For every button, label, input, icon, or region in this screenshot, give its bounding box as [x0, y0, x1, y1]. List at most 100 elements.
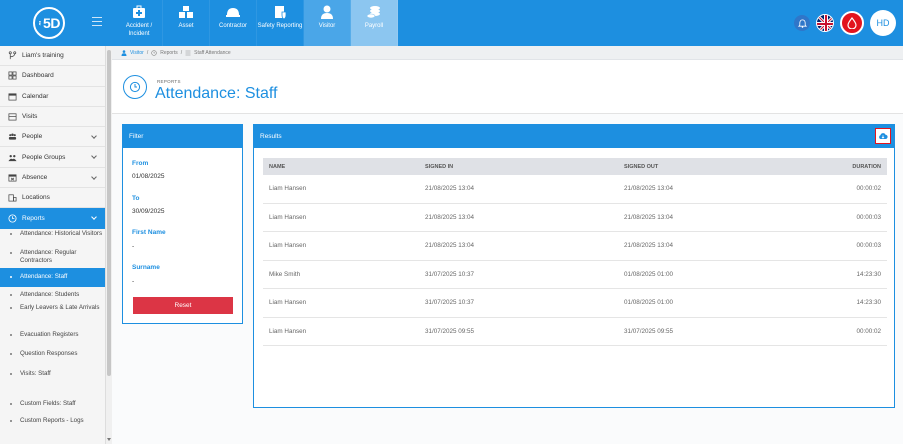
cell-signed-in: 21/08/2025 13:04: [425, 213, 475, 221]
breadcrumb-visitor-link[interactable]: Visitor: [130, 50, 144, 56]
table-row[interactable]: Liam Hansen 31/07/2025 09:55 31/07/2025 …: [263, 318, 887, 346]
notifications-bell-icon[interactable]: [794, 15, 810, 31]
sidebar-item-calendar[interactable]: Calendar: [0, 87, 105, 107]
sidebar-subitem-attendance-staff[interactable]: Attendance: Staff: [0, 267, 105, 287]
bullet-icon: [10, 402, 12, 405]
branch-icon: [8, 51, 17, 60]
sidebar-subitem-attendance-students[interactable]: Attendance: Students: [0, 287, 105, 301]
breadcrumb-separator: /: [180, 49, 183, 56]
sidebar-subitem-evacuation-registers[interactable]: Evacuation Registers: [0, 325, 105, 344]
cell-duration: 00:00:02: [856, 185, 881, 193]
bullet-icon: [10, 372, 12, 375]
sidebar-item-visits[interactable]: Visits: [0, 107, 105, 128]
list-icon: [185, 50, 191, 55]
sidebar-item-absence[interactable]: Absence: [0, 168, 105, 189]
user-avatar[interactable]: HD: [870, 10, 896, 36]
sidebar-subitem-early-leavers[interactable]: Early Leavers & Late Arrivals: [0, 301, 105, 325]
sidebar-subitem-label: Visits: Staff: [20, 369, 51, 377]
sidebar-item-label: People: [22, 133, 43, 141]
sidebar-subitem-custom-reports-logs[interactable]: Custom Reports - Logs: [0, 414, 105, 430]
module-label: Safety Reporting: [257, 23, 303, 29]
cell-signed-in: 31/07/2025 09:55: [425, 327, 475, 335]
table-row[interactable]: Liam Hansen 31/07/2025 10:37 01/08/2025 …: [263, 289, 887, 318]
sidebar-item-locations[interactable]: Locations: [0, 188, 105, 209]
module-label: Visitor: [318, 23, 336, 29]
sidebar-subitem-visits-staff[interactable]: Visits: Staff: [0, 364, 105, 396]
column-header-signed-out[interactable]: SIGNED OUT: [618, 164, 817, 170]
sidebar-item-label: Absence: [22, 173, 48, 181]
module-accident-incident[interactable]: Accident / Incident: [116, 0, 163, 46]
cell-signed-in: 21/08/2025 13:04: [425, 242, 475, 250]
sidebar-item-liams-training[interactable]: Liam's training: [0, 46, 105, 67]
cell-duration: 00:00:03: [856, 213, 881, 221]
brand-zone: Inter 5D: [0, 0, 112, 46]
table-row[interactable]: Mike Smith 31/07/2025 10:37 01/08/2025 0…: [263, 261, 887, 289]
scroll-down-arrow-icon[interactable]: [107, 438, 111, 441]
table-header-row: NAME SIGNED IN SIGNED OUT DURATION: [263, 158, 887, 175]
absence-icon: [8, 174, 17, 182]
sidebar-item-people-groups[interactable]: People Groups: [0, 147, 105, 168]
column-header-duration[interactable]: DURATION: [817, 164, 887, 170]
cell-signed-out: 01/08/2025 01:00: [624, 270, 674, 278]
filter-surname-value[interactable]: -: [132, 278, 134, 285]
building-icon: [8, 194, 17, 202]
boxes-icon: [179, 6, 193, 18]
breadcrumb: Visitor / Reports / Staff Attendance: [112, 46, 903, 60]
module-bar: Accident / Incident Asset Contractor Saf…: [116, 0, 398, 46]
sidebar-item-dashboard[interactable]: Dashboard: [0, 66, 105, 87]
filter-from-value[interactable]: 01/08/2025: [132, 173, 165, 180]
filter-surname-label: Surname: [132, 264, 160, 271]
module-label: Contractor: [218, 23, 247, 29]
sidebar-item-label: Dashboard: [22, 72, 54, 80]
uk-flag-icon[interactable]: [816, 14, 834, 32]
cell-signed-in: 31/07/2025 10:37: [425, 270, 475, 278]
bullet-icon: [10, 333, 12, 336]
column-header-name[interactable]: NAME: [263, 164, 419, 170]
module-label: Asset: [178, 23, 194, 29]
bullet-icon: [10, 352, 12, 355]
cell-duration: 00:00:02: [856, 327, 881, 335]
module-payroll[interactable]: Payroll: [351, 0, 398, 46]
people-groups-icon: [8, 154, 17, 161]
table-row[interactable]: Liam Hansen 21/08/2025 13:04 21/08/2025 …: [263, 232, 887, 261]
results-panel-title: Results: [254, 125, 894, 148]
sidebar-subitem-attendance-historical-visitors[interactable]: Attendance: Historical Visitors: [0, 229, 105, 248]
sidebar-item-label: Reports: [22, 215, 45, 223]
sidebar-item-label: Visits: [22, 113, 38, 121]
sidebar-item-people[interactable]: People: [0, 127, 105, 148]
menu-toggle-icon[interactable]: [92, 17, 102, 26]
page-header: REPORTS Attendance: Staff: [112, 60, 903, 114]
breadcrumb-reports-link[interactable]: Reports: [160, 50, 178, 56]
sidebar-subitem-custom-fields-staff[interactable]: Custom Fields: Staff: [0, 396, 105, 414]
filter-panel-title: Filter: [123, 125, 242, 148]
page-kicker: REPORTS: [157, 79, 181, 84]
download-button[interactable]: [875, 128, 891, 144]
chevron-down-icon: [91, 214, 97, 221]
cloud-download-icon: [879, 133, 888, 139]
scrollbar-thumb[interactable]: [107, 50, 111, 376]
module-safety-reporting[interactable]: Safety Reporting: [257, 0, 304, 46]
reset-button[interactable]: Reset: [133, 297, 233, 314]
filter-first-name-value[interactable]: -: [132, 243, 134, 250]
cell-signed-out: 21/08/2025 13:04: [624, 213, 674, 221]
sidebar-subitem-attendance-regular-contractors[interactable]: Attendance: Regular Contractors: [0, 248, 105, 268]
sidebar-subitem-question-responses[interactable]: Question Responses: [0, 344, 105, 364]
module-contractor[interactable]: Contractor: [210, 0, 257, 46]
table-row[interactable]: Liam Hansen 21/08/2025 13:04 21/08/2025 …: [263, 175, 887, 204]
module-visitor[interactable]: Visitor: [304, 0, 351, 46]
cell-name: Liam Hansen: [269, 242, 307, 250]
sidebar-subitem-label: Early Leavers & Late Arrivals: [20, 303, 100, 311]
bullet-icon: [10, 276, 12, 279]
column-header-signed-in[interactable]: SIGNED IN: [419, 164, 618, 170]
filter-to-value[interactable]: 30/09/2025: [132, 208, 165, 215]
module-label: Payroll: [364, 23, 384, 29]
cell-duration: 14:23:30: [856, 299, 881, 307]
emergency-alert-icon[interactable]: [840, 11, 864, 35]
table-row[interactable]: Liam Hansen 21/08/2025 13:04 21/08/2025 …: [263, 204, 887, 232]
app-logo[interactable]: Inter 5D: [33, 7, 65, 39]
module-asset[interactable]: Asset: [163, 0, 210, 46]
sidebar-item-reports[interactable]: Reports: [0, 208, 105, 229]
coins-icon: [366, 6, 380, 19]
sidebar-subitem-label: Custom Fields: Staff: [20, 399, 76, 407]
logo-small-text: Inter: [38, 20, 43, 25]
